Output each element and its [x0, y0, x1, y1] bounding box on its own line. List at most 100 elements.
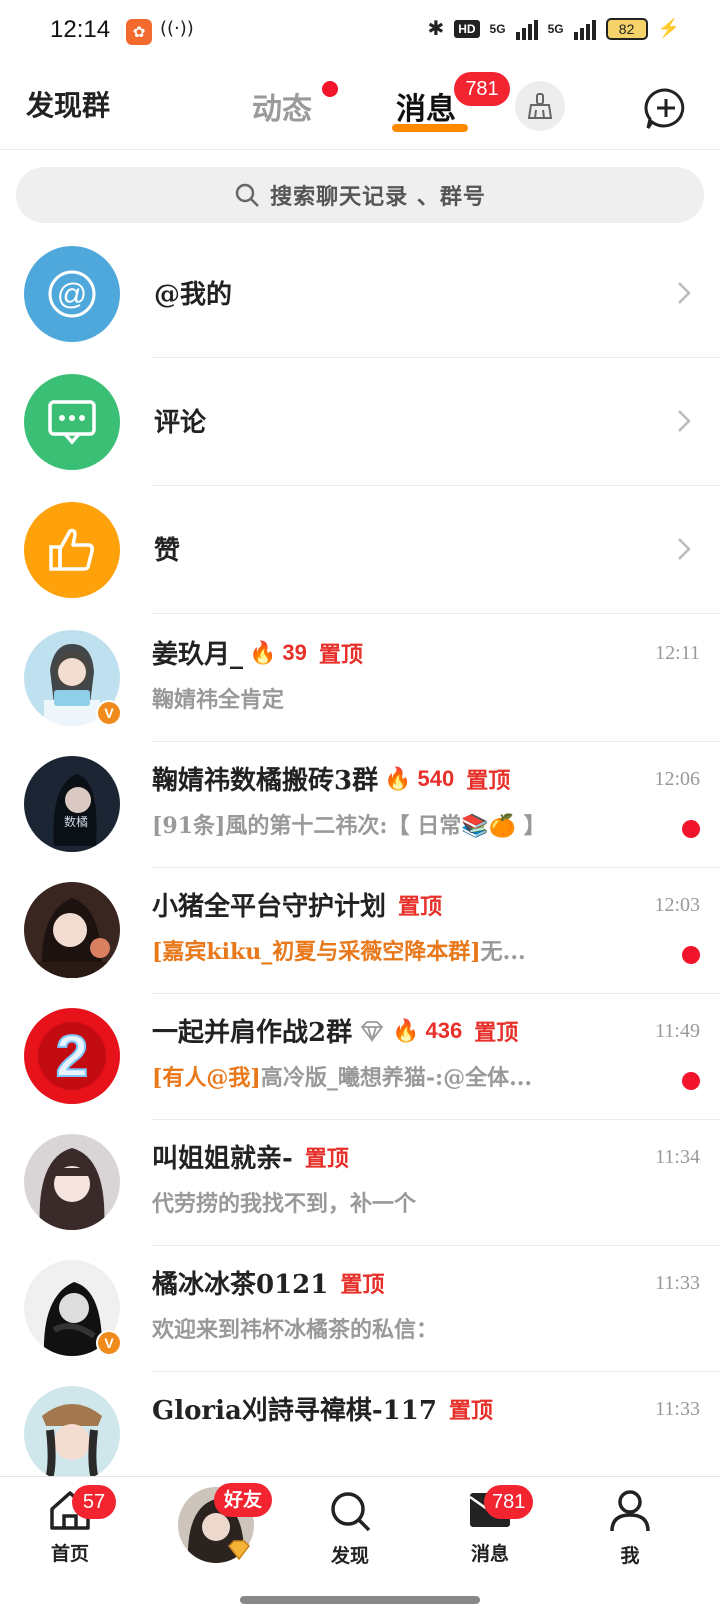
chat-time: 11:49 — [655, 1020, 700, 1042]
hd-voice-badge: HD — [454, 19, 480, 38]
at-icon: @ — [24, 246, 120, 342]
signal-label-2: 5G — [547, 21, 564, 36]
chat-preview: 代劳捞的我找不到，补一个 — [152, 1191, 417, 1217]
chat-title: Gloria刈詩寻禕棋-117 置顶 — [152, 1390, 493, 1427]
home-badge: 57 — [72, 1485, 116, 1519]
unread-dot — [682, 946, 700, 964]
pinned-label: 置顶 — [466, 767, 511, 794]
signal-label-1: 5G — [489, 21, 506, 36]
fire-icon: 🔥 — [249, 639, 277, 666]
pinned-label: 置顶 — [318, 641, 363, 668]
chat-item[interactable]: 2 一起并肩作战2群 🔥 436 置顶 11:49 [有人@我]高冷版_曦想养猫… — [0, 990, 720, 1120]
chat-title: 鞠婧祎数橘搬砖3群 🔥 540 置顶 — [152, 760, 510, 797]
chat-item[interactable]: 叫姐姐就亲- 置顶 11:34 代劳捞的我找不到，补一个 — [0, 1116, 720, 1246]
pinned-label: 置顶 — [304, 1145, 349, 1172]
chat-name: Gloria刈詩寻禕棋-117 — [152, 1396, 437, 1426]
messages-badge: 781 — [454, 72, 510, 106]
home-indicator[interactable] — [240, 1596, 480, 1604]
avatar — [24, 1134, 120, 1230]
chat-preview: [嘉宾kiku_初夏与采薇空降本群]无... — [152, 939, 526, 965]
fire-icon: 🔥 — [384, 765, 412, 792]
at-me-label: @我的 — [154, 280, 233, 310]
chat-name: 叫姐姐就亲- — [152, 1144, 293, 1174]
bluetooth-icon: ✱ — [427, 18, 445, 40]
tab-messages[interactable]: 消息 — [396, 84, 456, 128]
search-input[interactable]: 搜索聊天记录 、群号 — [16, 167, 704, 223]
search-icon — [235, 183, 260, 207]
broom-icon — [527, 93, 553, 119]
active-tab-indicator — [392, 124, 468, 132]
avatar — [24, 882, 120, 978]
discover-groups-button[interactable]: 发现群 — [26, 84, 110, 124]
nav-me[interactable]: 我 — [580, 1489, 680, 1568]
chat-item[interactable]: 数橘 鞠婧祎数橘搬砖3群 🔥 540 置顶 12:06 [91条]風的第十二祎次… — [0, 738, 720, 868]
user-icon — [610, 1490, 650, 1532]
chat-name: 小猪全平台守护计划 — [152, 892, 387, 922]
chat-time: 11:34 — [655, 1146, 700, 1168]
chat-name: 姜玖月_ — [152, 640, 244, 670]
chat-title: 叫姐姐就亲- 置顶 — [152, 1138, 349, 1175]
top-nav: 发现群 动态 消息 781 — [0, 66, 720, 150]
status-bar: 12:14 ✿ ((·)) ✱ HD 5G 5G 82 ⚡ — [0, 0, 720, 66]
verified-badge: V — [96, 700, 122, 726]
nav-messages[interactable]: 消息 781 — [440, 1485, 540, 1566]
new-chat-button[interactable] — [642, 86, 690, 132]
nav-me-label: 我 — [620, 1545, 640, 1567]
chat-preview: [有人@我]高冷版_曦想养猫-:@全体... — [152, 1065, 533, 1091]
chat-name: 鞠婧祎数橘搬砖3群 — [152, 766, 379, 796]
chat-time: 11:33 — [655, 1398, 700, 1420]
signal-bars-icon — [515, 18, 538, 40]
fire-icon: 🔥 — [392, 1017, 420, 1044]
nav-messages-label: 消息 — [470, 1543, 509, 1565]
chat-title: 小猪全平台守护计划 置顶 — [152, 886, 442, 923]
at-me-item[interactable]: @ @我的 — [0, 228, 720, 358]
nfc-icon: ((·)) — [160, 18, 194, 39]
chevron-right-icon — [678, 538, 691, 560]
pinned-label: 置顶 — [474, 1019, 519, 1046]
chat-time: 12:11 — [655, 642, 700, 664]
chat-item[interactable]: 小猪全平台守护计划 置顶 12:03 [嘉宾kiku_初夏与采薇空降本群]无..… — [0, 864, 720, 994]
likes-item[interactable]: 赞 — [0, 484, 720, 614]
chat-item[interactable]: V 姜玖月_ 🔥 39 置顶 12:11 鞠婧祎全肯定 — [0, 612, 720, 742]
comments-item[interactable]: 评论 — [0, 356, 720, 486]
tab-dynamic[interactable]: 动态 — [252, 84, 312, 128]
bottom-nav: 首页 57 好友 发现 消息 781 我 — [0, 1476, 720, 1612]
chat-time: 12:03 — [654, 894, 700, 916]
dynamic-unread-dot — [322, 81, 338, 97]
chat-title: 橘冰冰茶0121 置顶 — [152, 1264, 384, 1301]
new-chat-icon — [644, 88, 685, 129]
search-icon — [331, 1492, 371, 1532]
diamond-icon — [360, 1020, 384, 1042]
nav-discover[interactable]: 发现 — [300, 1489, 400, 1568]
clear-unread-button[interactable] — [515, 81, 565, 131]
fire-count: 436 — [425, 1017, 463, 1043]
chevron-right-icon — [678, 410, 691, 432]
avatar: 数橘 — [24, 756, 120, 852]
nav-home-label: 首页 — [50, 1543, 89, 1565]
svg-text:@: @ — [57, 278, 87, 311]
app-notification-icon: ✿ — [126, 19, 152, 45]
chat-item[interactable]: V 橘冰冰茶0121 置顶 11:33 欢迎来到祎杯冰橘茶的私信： — [0, 1242, 720, 1372]
chat-preview: 欢迎来到祎杯冰橘茶的私信： — [152, 1317, 439, 1343]
fire-count: 540 — [417, 765, 455, 791]
search-placeholder: 搜索聊天记录 、群号 — [270, 184, 486, 210]
chat-title: 姜玖月_ 🔥 39 置顶 — [152, 634, 363, 671]
nav-home[interactable]: 首页 57 — [20, 1485, 120, 1566]
chat-name: 一起并肩作战2群 — [152, 1018, 353, 1048]
avatar — [24, 1386, 120, 1482]
svg-text:2: 2 — [56, 1024, 88, 1089]
fire-count: 39 — [282, 639, 307, 665]
unread-dot — [682, 1072, 700, 1090]
avatar: 2 — [24, 1008, 120, 1104]
status-indicators: ✱ HD 5G 5G 82 ⚡ — [427, 16, 680, 41]
pinned-label: 置顶 — [340, 1271, 385, 1298]
charging-icon: ⚡ — [657, 18, 680, 38]
chat-preview: [91条]風的第十二祎次:【 日常📚🍊 】 — [152, 813, 546, 839]
svg-text:数橘: 数橘 — [64, 814, 88, 829]
signal-bars-icon — [573, 18, 596, 40]
pinned-label: 置顶 — [448, 1397, 493, 1424]
chat-time: 11:33 — [655, 1272, 700, 1294]
comments-label: 评论 — [154, 408, 207, 438]
chat-preview: 鞠婧祎全肯定 — [152, 687, 285, 713]
chat-time: 12:06 — [654, 768, 700, 790]
